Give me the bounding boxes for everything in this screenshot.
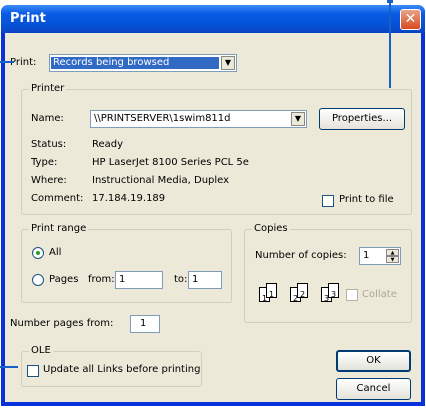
spin-down-icon[interactable]: ▼: [386, 256, 399, 263]
to-label: to:: [174, 274, 188, 285]
printer-name-select[interactable]: \\PRINTSERVER\1swim811d ▼: [90, 110, 307, 128]
from-value: 1: [119, 274, 126, 285]
callout-line-print: [0, 61, 14, 63]
properties-button[interactable]: Properties...: [319, 108, 405, 130]
dialog-body: Print: Records being browsed ▼ Printer N…: [5, 33, 421, 402]
ok-button[interactable]: OK: [336, 350, 411, 372]
where-value: Instructional Media, Duplex: [92, 175, 230, 186]
ole-legend: OLE: [29, 345, 53, 356]
collate-label: Collate: [362, 289, 397, 300]
copies-stepper[interactable]: 1 ▲ ▼: [359, 247, 401, 265]
copies-value: 1: [363, 250, 370, 261]
comment-value: 17.184.19.189: [92, 193, 166, 204]
callout-line-ole: [0, 366, 18, 368]
collate-checkbox[interactable]: [346, 289, 358, 301]
page-icon: 1: [266, 283, 277, 299]
pages-radio[interactable]: [32, 274, 44, 286]
to-value: 1: [192, 274, 199, 285]
update-links-label: Update all Links before printing: [43, 364, 201, 375]
where-label: Where:: [31, 175, 67, 186]
close-icon: ✕: [404, 11, 417, 27]
from-input[interactable]: 1: [115, 271, 163, 289]
to-input[interactable]: 1: [188, 271, 222, 289]
print-select-value: Records being browsed: [51, 57, 219, 69]
print-dialog: Print ✕ Print: Records being browsed ▼ P…: [1, 5, 425, 406]
from-label: from:: [88, 274, 115, 285]
printer-legend: Printer: [29, 83, 67, 94]
all-label: All: [49, 247, 62, 258]
print-range-legend: Print range: [29, 223, 89, 234]
printer-group: Printer Name: \\PRINTSERVER\1swim811d ▼ …: [21, 83, 412, 215]
chevron-down-icon[interactable]: ▼: [291, 112, 305, 126]
pages-label: Pages: [49, 274, 79, 285]
callout-line-properties: [389, 0, 391, 88]
cancel-button[interactable]: Cancel: [336, 378, 411, 400]
number-pages-label: Number pages from:: [10, 318, 114, 329]
print-to-file-label: Print to file: [339, 194, 394, 205]
spin-up-icon[interactable]: ▲: [386, 249, 399, 256]
callout-line-properties-top: [387, 0, 393, 3]
print-select[interactable]: Records being browsed ▼: [49, 54, 237, 72]
copies-group: Copies Number of copies: 1 ▲ ▼ 1 1 2 2 3…: [244, 223, 412, 323]
number-pages-input[interactable]: 1: [130, 315, 160, 333]
printer-name-value: \\PRINTSERVER\1swim811d: [94, 113, 231, 124]
name-label: Name:: [31, 113, 64, 124]
comment-label: Comment:: [31, 193, 84, 204]
close-button[interactable]: ✕: [400, 9, 421, 30]
status-value: Ready: [92, 139, 124, 150]
type-value: HP LaserJet 8100 Series PCL 5e: [92, 157, 249, 168]
type-label: Type:: [31, 157, 58, 168]
copies-legend: Copies: [252, 223, 290, 234]
ole-group: OLE Update all Links before printing: [21, 345, 202, 387]
window-title: Print: [10, 11, 46, 26]
page-icon: 3: [328, 283, 339, 299]
update-links-checkbox[interactable]: [27, 365, 39, 377]
chevron-down-icon[interactable]: ▼: [221, 56, 235, 70]
number-of-copies-label: Number of copies:: [255, 250, 347, 261]
number-pages-value: 1: [140, 318, 147, 329]
page-icon: 2: [297, 283, 308, 299]
title-bar[interactable]: Print ✕: [1, 5, 425, 33]
all-radio[interactable]: [32, 247, 44, 259]
print-to-file-checkbox[interactable]: [322, 195, 334, 207]
status-label: Status:: [31, 139, 67, 150]
print-range-group: Print range All Pages from: 1 to: 1: [21, 223, 232, 303]
